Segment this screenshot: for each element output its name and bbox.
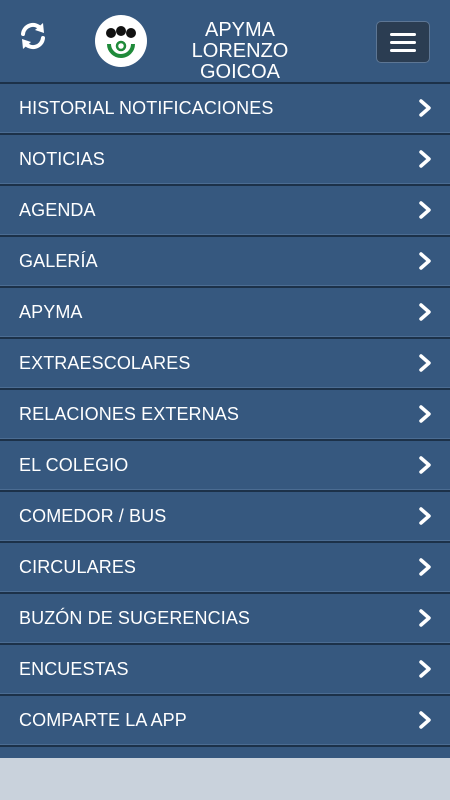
menu-item-comparte-la-app[interactable]: COMPARTE LA APP xyxy=(0,694,450,745)
chevron-right-icon xyxy=(419,303,431,321)
menu-item-circulares[interactable]: CIRCULARES xyxy=(0,541,450,592)
chevron-right-icon xyxy=(419,99,431,117)
chevron-right-icon xyxy=(419,711,431,729)
apyma-logo xyxy=(95,15,147,67)
chevron-right-icon xyxy=(419,354,431,372)
menu-item-label: CIRCULARES xyxy=(19,556,137,577)
menu-item-apyma[interactable]: APYMA xyxy=(0,286,450,337)
chevron-right-icon xyxy=(419,558,431,576)
menu-item-el-colegio[interactable]: EL COLEGIO xyxy=(0,439,450,490)
chevron-right-icon xyxy=(419,201,431,219)
app-title-line2: LORENZO GOICOA xyxy=(191,40,289,83)
chevron-right-icon xyxy=(419,609,431,627)
menu-item-encuestas[interactable]: ENCUESTAS xyxy=(0,643,450,694)
menu-item-agenda[interactable]: AGENDA xyxy=(0,184,450,235)
menu-item-label: NOTICIAS xyxy=(19,148,105,169)
app-header: APYMA LORENZO GOICOA xyxy=(0,0,450,83)
menu-item-label: HISTORIAL NOTIFICACIONES xyxy=(19,97,274,118)
chevron-right-icon xyxy=(419,252,431,270)
menu-bottom-strip xyxy=(0,745,450,758)
menu-item-label: EL COLEGIO xyxy=(19,454,129,475)
menu-item-label: COMPARTE LA APP xyxy=(19,709,187,730)
chevron-right-icon xyxy=(419,405,431,423)
menu-item-relaciones-externas[interactable]: RELACIONES EXTERNAS xyxy=(0,388,450,439)
menu-item-label: BUZÓN DE SUGERENCIAS xyxy=(19,607,251,628)
main-menu: HISTORIAL NOTIFICACIONES NOTICIAS AGENDA… xyxy=(0,82,450,745)
chevron-right-icon xyxy=(419,507,431,525)
menu-item-label: RELACIONES EXTERNAS xyxy=(19,403,239,424)
menu-item-comedor-bus[interactable]: COMEDOR / BUS xyxy=(0,490,450,541)
app-title: APYMA LORENZO GOICOA xyxy=(150,20,330,83)
menu-item-label: GALERÍA xyxy=(19,250,98,271)
menu-item-label: ENCUESTAS xyxy=(19,658,129,679)
app-title-line1: APYMA xyxy=(204,19,276,41)
menu-item-galeria[interactable]: GALERÍA xyxy=(0,235,450,286)
chevron-right-icon xyxy=(419,456,431,474)
menu-item-historial-notificaciones[interactable]: HISTORIAL NOTIFICACIONES xyxy=(0,82,450,133)
menu-bar xyxy=(390,48,416,52)
chevron-right-icon xyxy=(419,660,431,678)
refresh-icon[interactable] xyxy=(16,18,50,54)
menu-item-noticias[interactable]: NOTICIAS xyxy=(0,133,450,184)
menu-item-label: COMEDOR / BUS xyxy=(19,505,167,526)
menu-item-label: EXTRAESCOLARES xyxy=(19,352,191,373)
menu-item-extraescolares[interactable]: EXTRAESCOLARES xyxy=(0,337,450,388)
menu-item-label: APYMA xyxy=(19,301,83,322)
chevron-right-icon xyxy=(419,150,431,168)
menu-bar xyxy=(390,32,416,36)
menu-bar xyxy=(390,40,416,44)
menu-item-label: AGENDA xyxy=(19,199,96,220)
hamburger-menu-button[interactable] xyxy=(376,21,430,63)
menu-item-buzon-de-sugerencias[interactable]: BUZÓN DE SUGERENCIAS xyxy=(0,592,450,643)
